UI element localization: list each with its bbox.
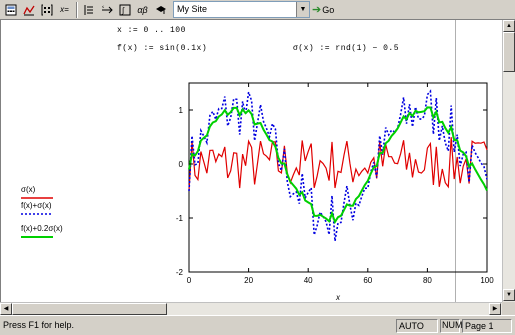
resources-icon[interactable] — [152, 2, 169, 18]
legend-label: f(x)+0.2σ(x) — [21, 224, 63, 233]
x-tick-label: 40 — [304, 276, 313, 285]
scroll-down-icon[interactable]: ▼ — [503, 289, 515, 301]
x-axis-label: x — [335, 293, 341, 302]
programming-icon[interactable] — [80, 2, 97, 18]
horizontal-scroll-thumb[interactable] — [12, 303, 167, 315]
evaluate-icon[interactable]: x= — [56, 2, 73, 18]
x-tick-label: 60 — [363, 276, 372, 285]
status-page: Page 1 — [462, 319, 512, 333]
worksheet[interactable]: x := 0 .. 100 f(x) := sin(0.1x) σ(x) := … — [0, 20, 502, 302]
scroll-left-icon[interactable]: ◀ — [0, 303, 12, 315]
y-tick-label: -1 — [176, 214, 184, 223]
site-combo[interactable]: My Site ▼ — [173, 1, 310, 18]
status-help-text: Press F1 for help. — [3, 320, 75, 330]
y-tick-label: 1 — [179, 106, 184, 115]
plot-legend: σ(x) f(x)+σ(x) f(x)+0.2σ(x) — [21, 185, 63, 238]
horizontal-scrollbar[interactable]: ◀ ▶ — [0, 302, 502, 315]
legend-label: f(x)+σ(x) — [21, 201, 52, 210]
calculus-icon[interactable]: ∫ — [116, 2, 133, 18]
status-bar: Press F1 for help. AUTO NUM Page 1 — [0, 315, 515, 335]
scroll-up-icon[interactable]: ▲ — [503, 20, 515, 32]
toolbar-separator — [76, 1, 78, 18]
matrix-icon[interactable] — [38, 2, 55, 18]
series-σ(x) — [188, 137, 488, 192]
vertical-scroll-thumb[interactable] — [503, 32, 515, 72]
go-button[interactable]: ➔ Go — [312, 2, 334, 18]
y-tick-label: 0 — [179, 160, 184, 169]
plot-ticks: 10-1-20 20 40 60 80 100x — [176, 83, 494, 302]
scroll-right-icon[interactable]: ▶ — [489, 303, 501, 315]
go-label: Go — [322, 5, 335, 15]
x-tick-label: 20 — [244, 276, 253, 285]
legend-label: σ(x) — [21, 185, 36, 194]
calculator-icon[interactable] — [2, 2, 19, 18]
go-arrow-icon: ➔ — [312, 4, 322, 16]
plot-axes — [188, 82, 488, 273]
scrollbar-corner — [502, 302, 515, 315]
y-tick-label: -2 — [176, 268, 184, 277]
mathcad-window: x= ≤ ∫ αβ My Site ▼ ➔ Go x := 0 .. 100 f… — [0, 0, 515, 335]
graph-icon[interactable] — [20, 2, 37, 18]
x-tick-label: 80 — [423, 276, 432, 285]
x-tick-label: 0 — [187, 276, 192, 285]
site-combo-value: My Site — [177, 4, 208, 14]
xy-plot[interactable]: σ(x)f(x)+σ(x)f(x)+0.2σ(x) 10-1-20 20 40 60 8… — [1, 20, 502, 302]
greek-icon[interactable]: αβ — [134, 2, 151, 18]
plot-frame — [188, 82, 488, 273]
svg-text:∫: ∫ — [121, 6, 125, 15]
status-num: NUM — [442, 320, 463, 330]
series-f(x)+0.2σ(x) — [188, 106, 488, 225]
svg-text:≤: ≤ — [102, 4, 105, 9]
math-toolbar: x= ≤ ∫ αβ My Site ▼ ➔ Go — [0, 0, 515, 20]
vertical-scrollbar[interactable]: ▲ ▼ — [502, 20, 515, 302]
chevron-down-icon[interactable]: ▼ — [296, 2, 309, 17]
x-tick-label: 100 — [480, 276, 494, 285]
symbolic-icon[interactable]: ≤ — [98, 2, 115, 18]
plot-series — [188, 89, 488, 242]
status-mode: AUTO — [396, 319, 438, 333]
